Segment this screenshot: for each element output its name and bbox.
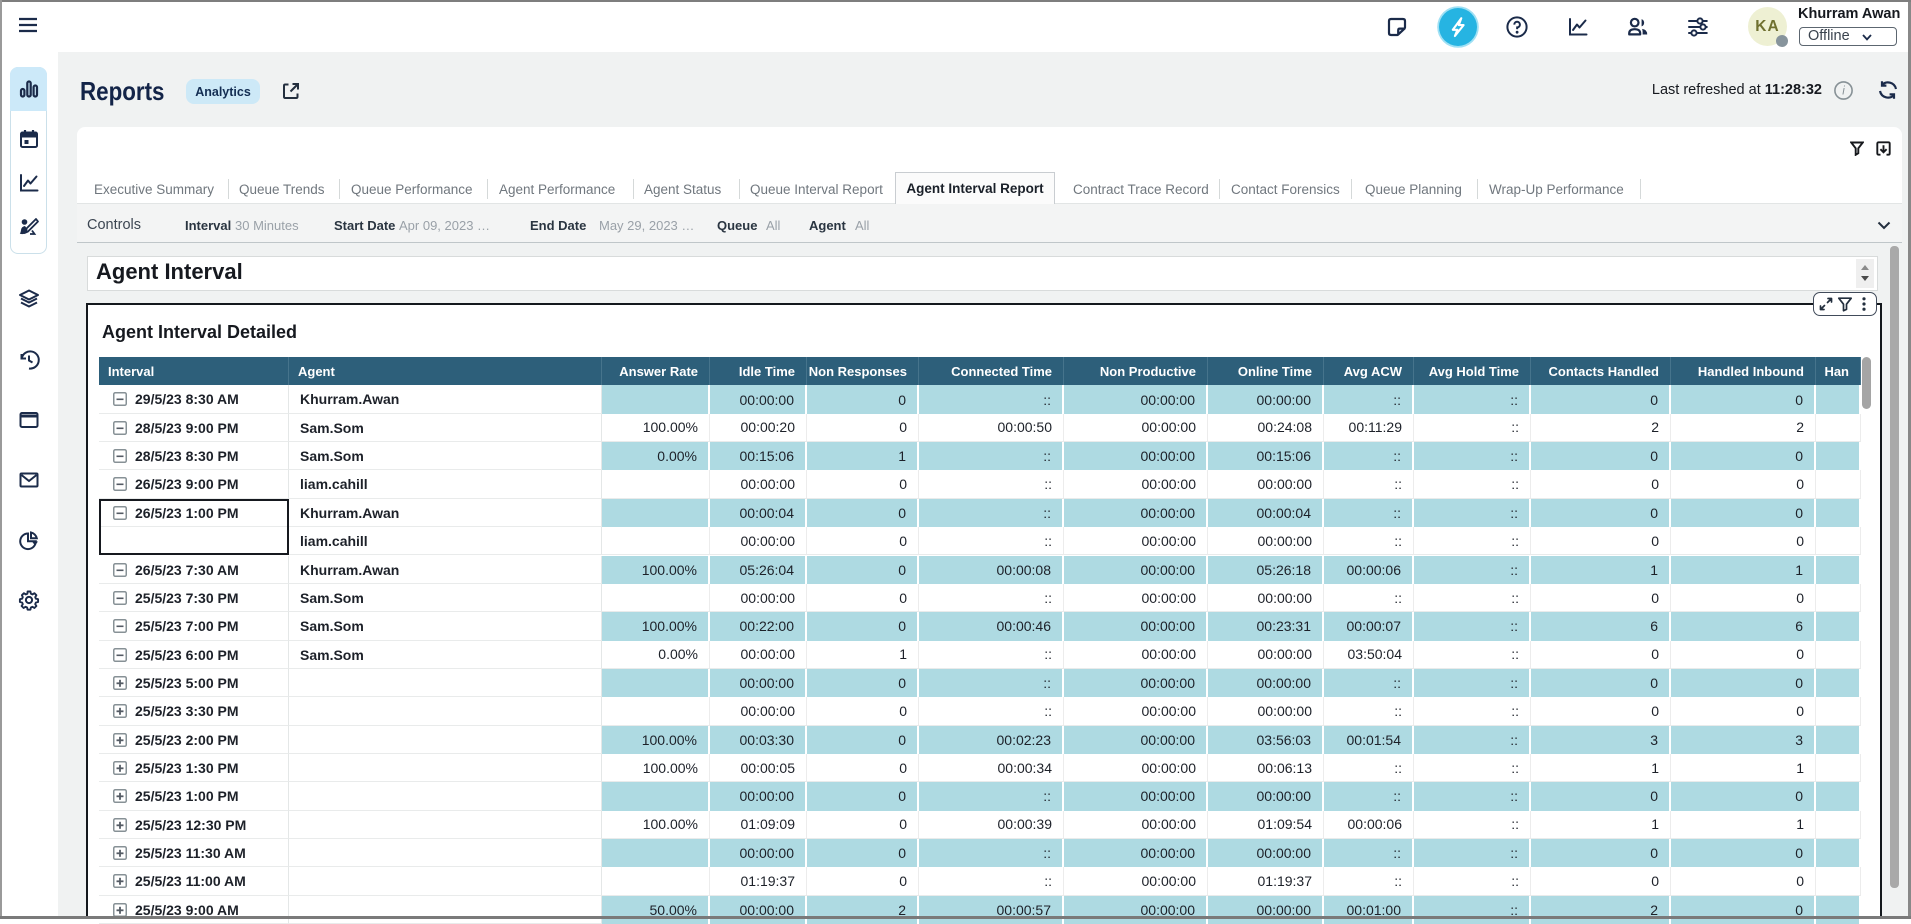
svg-text:i: i bbox=[1842, 86, 1845, 98]
